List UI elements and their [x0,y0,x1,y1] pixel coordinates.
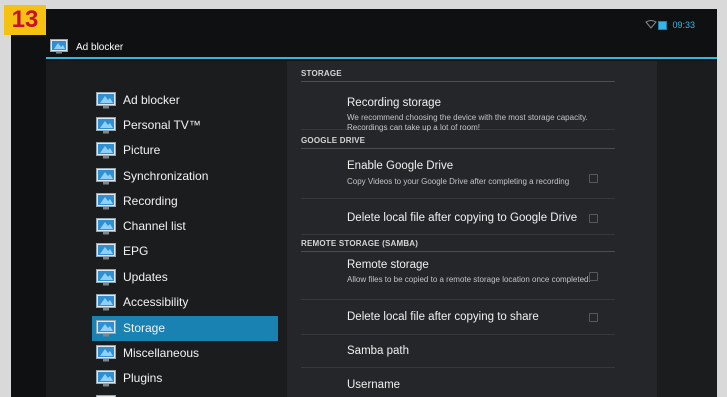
delete-after-share-checkbox[interactable] [589,313,598,322]
tv-monitor-icon [96,168,116,185]
category-synchronization[interactable]: Synchronization [92,164,278,189]
category-label: Updates [123,270,168,284]
pref-summary: Copy Videos to your Google Drive after c… [347,177,570,186]
pref-summary: We recommend choosing the device with th… [347,113,588,132]
category-label: Channel list [123,219,186,233]
category-label: EPG [123,244,149,258]
category-label: Synchronization [123,169,209,183]
category-label: Ad blocker [123,93,180,107]
pref-remote-storage[interactable]: Remote storage Allow files to be copied … [301,252,615,300]
action-bar: Ad blocker [46,37,717,59]
tv-monitor-icon [96,117,116,134]
category-partial-next[interactable] [92,391,278,397]
pref-title: Remote storage [347,259,429,271]
status-icons [645,20,667,30]
category-list[interactable]: Ad blocker Personal TV™ Picture Synchron… [46,61,287,397]
category-label: Miscellaneous [123,346,200,360]
tv-monitor-icon [96,218,116,235]
pref-delete-after-share[interactable]: Delete local file after copying to share [301,300,615,335]
category-miscellaneous[interactable]: Miscellaneous [92,341,278,366]
category-label: Plugins [123,371,163,385]
google-drive-checkbox[interactable] [589,174,598,183]
category-label: Storage [123,321,166,335]
pref-title: Delete local file after copying to Googl… [347,212,578,224]
pref-enable-google-drive[interactable]: Enable Google Drive Copy Videos to your … [301,149,615,199]
tv-monitor-icon [96,320,116,337]
pref-summary: Allow files to be copied to a remote sto… [347,275,591,284]
app-tv-monitor-icon[interactable] [50,39,68,54]
action-bar-title: Ad blocker [76,42,124,53]
tv-monitor-icon [96,92,116,109]
right-margin [657,61,717,397]
category-label: Picture [123,143,161,157]
remote-storage-checkbox[interactable] [589,272,598,281]
pref-delete-after-drive[interactable]: Delete local file after copying to Googl… [301,199,615,235]
settings-content: Ad blocker Personal TV™ Picture Synchron… [46,61,717,397]
tv-monitor-icon [96,294,116,311]
pref-samba-path[interactable]: Samba path [301,335,615,368]
tv-screen: 09:33 Ad blocker Ad blocker Personal TV™… [11,9,717,397]
tv-monitor-icon [96,193,116,210]
category-label: Personal TV™ [123,118,201,132]
category-plugins[interactable]: Plugins [92,366,278,391]
category-channel-list[interactable]: Channel list [92,214,278,239]
section-header-remote-storage: REMOTE STORAGE (SAMBA) [301,239,615,252]
category-updates[interactable]: Updates [92,265,278,290]
tv-monitor-icon [96,345,116,362]
pref-title: Recording storage [347,97,441,109]
category-ad-blocker[interactable]: Ad blocker [92,88,278,113]
status-time: 09:33 [672,20,695,30]
tv-monitor-icon [96,370,116,387]
section-header-google-drive: GOOGLE DRIVE [301,136,615,149]
pref-title: Samba path [347,345,410,357]
status-bar: 09:33 [11,9,717,31]
tv-monitor-icon [96,243,116,260]
pref-title: Delete local file after copying to share [347,311,539,323]
category-label: Recording [123,194,178,208]
battery-icon [658,21,667,30]
tv-monitor-icon [96,269,116,286]
category-recording[interactable]: Recording [92,189,278,214]
tv-monitor-icon [96,142,116,159]
category-storage[interactable]: Storage [92,316,278,341]
section-header-storage: STORAGE [301,69,615,82]
category-picture[interactable]: Picture [92,138,278,163]
pref-title: Username [347,379,401,391]
delete-after-drive-checkbox[interactable] [589,214,598,223]
preferences-pane[interactable]: STORAGE Recording storage We recommend c… [287,61,657,397]
category-personal-tv[interactable]: Personal TV™ [92,113,278,138]
pref-recording-storage[interactable]: Recording storage We recommend choosing … [301,85,615,132]
pref-username[interactable]: Username [301,368,615,397]
step-number-badge: 13 [4,5,46,35]
pref-title: Enable Google Drive [347,160,454,172]
category-epg[interactable]: EPG [92,239,278,264]
category-accessibility[interactable]: Accessibility [92,290,278,315]
wifi-icon [645,20,657,29]
category-label: Accessibility [123,295,189,309]
